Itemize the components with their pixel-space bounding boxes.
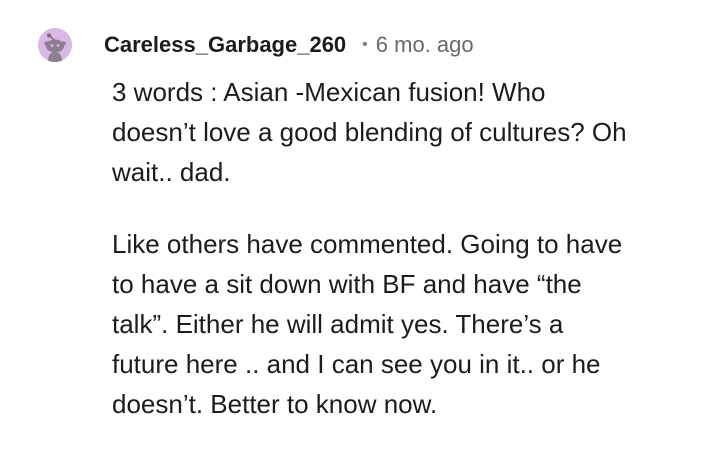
comment-paragraph: 3 words : Asian -Mexican fusion! Who doe… xyxy=(112,77,627,187)
reddit-snoo-avatar-icon xyxy=(38,28,72,62)
avatar[interactable] xyxy=(38,28,72,62)
meta-separator: • xyxy=(362,36,368,53)
comment-paragraph: Like others have commented. Going to hav… xyxy=(112,229,623,419)
author-username[interactable]: Careless_Garbage_260 xyxy=(104,32,346,58)
comment-body: 3 words : Asian -Mexican fusion! Who doe… xyxy=(112,72,702,456)
comment-timestamp[interactable]: 6 mo. ago xyxy=(376,32,474,58)
comment-header: Careless_Garbage_260 • 6 mo. ago xyxy=(38,27,474,63)
comment: Careless_Garbage_260 • 6 mo. ago 3 words… xyxy=(0,0,720,447)
